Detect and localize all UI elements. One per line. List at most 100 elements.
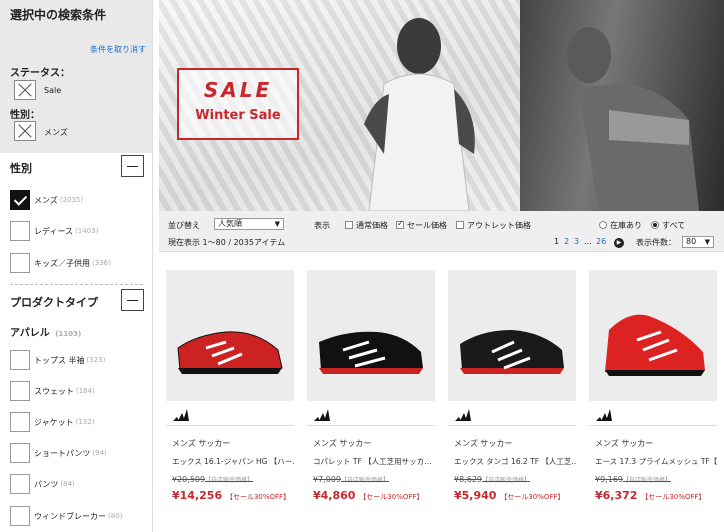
checkbox[interactable]	[10, 381, 30, 401]
option-label: ショートパンツ	[34, 448, 91, 458]
display-label: 表示	[314, 221, 330, 230]
original-price-tag: 【自店販売価格】	[341, 477, 390, 484]
shoe-image	[605, 314, 705, 376]
sale-price-value: ¥14,256	[172, 489, 223, 502]
page-26-link[interactable]: 26	[596, 237, 606, 246]
sale-price-tag: 【セール30%OFF】	[500, 493, 565, 501]
divider	[448, 425, 576, 426]
checkbox[interactable]	[10, 412, 30, 432]
divider	[10, 284, 143, 285]
option-count: (323)	[86, 356, 106, 364]
product-name[interactable]: エース 17.3 プライムメッシュ TF【…	[595, 456, 717, 467]
in-stock-radio[interactable]	[599, 221, 607, 229]
original-price: ¥8,629【自店販売価格】	[454, 475, 530, 484]
apparel-option-shorts[interactable]: ショートパンツ (94)	[10, 442, 107, 464]
original-price-value: ¥7,009	[313, 475, 341, 484]
list-toolbar: 並び替え 人気順▼ 表示 通常価格 セール価格 アウトレット価格 在庫あり すべ…	[159, 211, 724, 252]
remove-status-filter-button[interactable]	[14, 80, 36, 100]
option-label: ジャケット	[34, 417, 74, 427]
clear-filters-link[interactable]: 条件を取り消す	[90, 44, 146, 55]
checkbox[interactable]	[10, 443, 30, 463]
option-label: メンズ	[34, 195, 58, 205]
option-count: (84)	[60, 480, 75, 488]
product-name[interactable]: エックス タンゴ 16.2 TF 【人工芝…	[454, 456, 576, 467]
product-category: メンズ サッカー	[172, 439, 231, 448]
checkbox[interactable]	[10, 253, 30, 273]
gender-option-kids[interactable]: キッズ／子供用 (336)	[10, 252, 111, 274]
shoe-image	[460, 330, 564, 374]
product-name[interactable]: コパレット TF 【人工芝用サッカ…	[313, 456, 435, 467]
checkbox[interactable]	[10, 506, 30, 526]
sale-badge: SALE Winter Sale	[177, 68, 299, 140]
original-price-tag: 【自店販売価格】	[482, 477, 531, 484]
page-3-link[interactable]: 3	[574, 237, 579, 246]
per-page-label: 表示件数：	[636, 238, 676, 247]
product-card[interactable]: メンズ サッカー エックス 16.1-ジャパン HG 【ハー… ¥20,509【…	[166, 270, 294, 532]
product-card[interactable]: メンズ サッカー コパレット TF 【人工芝用サッカ… ¥7,009【自店販売価…	[307, 270, 435, 532]
divider	[307, 425, 435, 426]
apparel-option-tops[interactable]: トップス 半袖 (323)	[10, 349, 105, 371]
sale-price: ¥6,372 【セール30%OFF】	[595, 489, 705, 502]
page-2-link[interactable]: 2	[564, 237, 569, 246]
product-card[interactable]: メンズ サッカー エース 17.3 プライムメッシュ TF【… ¥9,169【自…	[589, 270, 724, 532]
adidas-logo-icon	[455, 409, 471, 421]
adidas-logo-icon	[314, 409, 330, 421]
product-card[interactable]: メンズ サッカー エックス タンゴ 16.2 TF 【人工芝… ¥8,629【自…	[448, 270, 576, 532]
sale-banner[interactable]: SALE Winter Sale	[159, 0, 724, 211]
sale-word: SALE	[203, 78, 273, 102]
original-price-value: ¥9,169	[595, 475, 623, 484]
gender-collapse-button[interactable]	[121, 155, 144, 177]
per-page-select[interactable]: 80 ▼	[682, 236, 714, 248]
product-category: メンズ サッカー	[595, 439, 654, 448]
original-price-tag: 【自店販売価格】	[205, 477, 254, 484]
outlet-price-checkbox[interactable]	[456, 221, 464, 229]
filter-sidebar: 選択中の検索条件 条件を取り消す ステータス： Sale 性別： メンズ 性別 …	[0, 0, 153, 532]
page-1-link[interactable]: 1	[554, 237, 559, 246]
checkbox[interactable]	[10, 474, 30, 494]
option-label: レディース	[34, 226, 74, 236]
apparel-option-pants[interactable]: パンツ (84)	[10, 473, 75, 495]
original-price-value: ¥8,629	[454, 475, 482, 484]
apparel-heading[interactable]: アパレル (1103)	[10, 324, 81, 339]
sort-value: 人気順	[218, 219, 242, 228]
product-image[interactable]	[166, 270, 294, 401]
next-page-button[interactable]: ▶	[614, 238, 624, 248]
adidas-logo-icon	[173, 409, 189, 421]
product-image[interactable]	[448, 270, 576, 401]
checkbox[interactable]	[10, 190, 30, 210]
product-type-collapse-button[interactable]	[121, 289, 144, 311]
original-price: ¥7,009【自店販売価格】	[313, 475, 389, 484]
sale-price-tag: 【セール30%OFF】	[359, 493, 424, 501]
checkbox[interactable]	[10, 221, 30, 241]
original-price: ¥9,169【自店販売価格】	[595, 475, 671, 484]
page-ellipsis: ...	[584, 237, 592, 246]
product-image[interactable]	[589, 270, 717, 401]
sort-select[interactable]: 人気順 ▼	[214, 218, 284, 230]
all-stock-radio[interactable]	[651, 221, 659, 229]
apparel-option-jacket[interactable]: ジャケット (132)	[10, 411, 94, 433]
option-count: (1403)	[75, 227, 99, 235]
apparel-option-windbreaker[interactable]: ウィンドブレーカー (80)	[10, 505, 122, 527]
product-category: メンズ サッカー	[313, 439, 372, 448]
option-count: (336)	[92, 259, 111, 267]
gender-option-ladies[interactable]: レディース (1403)	[10, 220, 98, 242]
original-price-value: ¥20,509	[172, 475, 206, 484]
product-name[interactable]: エックス 16.1-ジャパン HG 【ハー…	[172, 456, 294, 467]
apparel-option-sweat[interactable]: スウェット (184)	[10, 380, 95, 402]
regular-price-checkbox[interactable]	[345, 221, 353, 229]
checkbox[interactable]	[10, 350, 30, 370]
product-image[interactable]	[307, 270, 435, 401]
product-category: メンズ サッカー	[454, 439, 513, 448]
original-price: ¥20,509【自店販売価格】	[172, 475, 253, 484]
option-count: (184)	[76, 387, 95, 395]
result-count: 現在表示 1～80 / 2035アイテム	[168, 238, 286, 247]
gender-filter-label: 性別：	[10, 110, 40, 121]
sale-price-tag: 【セール30%OFF】	[641, 493, 706, 501]
product-type-heading: プロダクトタイプ	[10, 296, 98, 309]
shoe-image	[319, 331, 423, 374]
gender-option-mens[interactable]: メンズ (2035)	[10, 189, 83, 211]
athlete-woman-image	[567, 27, 699, 211]
remove-gender-filter-button[interactable]	[14, 121, 36, 141]
sale-price-checkbox[interactable]	[396, 219, 404, 229]
option-count: (2035)	[59, 196, 84, 204]
